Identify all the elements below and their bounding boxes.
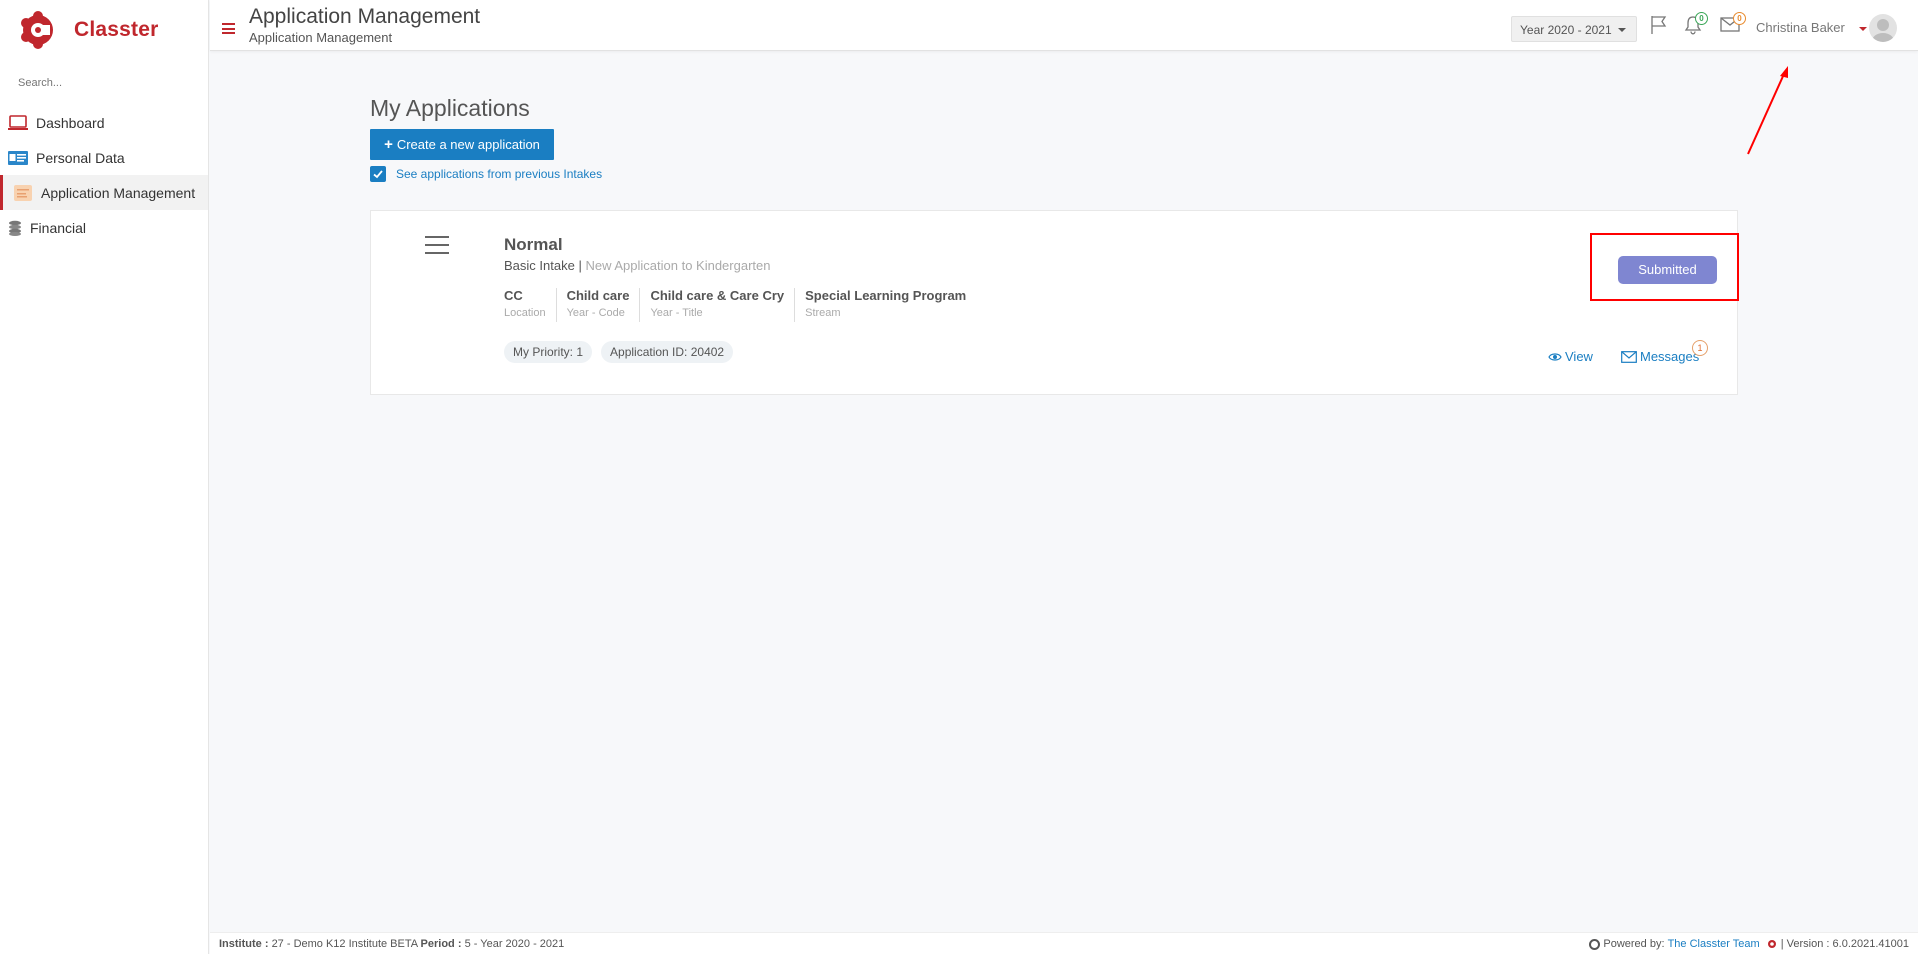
eye-icon <box>1548 352 1562 361</box>
avatar[interactable] <box>1869 14 1897 42</box>
check-icon <box>373 170 383 179</box>
messages-count-badge: 0 <box>1733 12 1746 25</box>
id-card-icon <box>8 150 28 166</box>
envelope-icon <box>1621 350 1637 363</box>
classter-mini-icon <box>1589 938 1601 950</box>
sidebar-item-application-management[interactable]: Application Management <box>0 175 208 210</box>
detail-year-title: Child care & Care Cry Year - Title <box>650 288 796 322</box>
previous-intakes-checkbox[interactable] <box>370 166 386 182</box>
classter-team-link[interactable]: The Classter Team <box>1668 938 1760 950</box>
notifications-bell-icon[interactable]: 0 <box>1684 12 1708 38</box>
detail-label: Location <box>504 307 546 319</box>
priority-pill: My Priority: 1 <box>504 341 593 363</box>
detail-value: Child care <box>566 288 630 303</box>
top-bar: Application Management Application Manag… <box>210 0 1918 51</box>
messages-link[interactable]: Messages <box>1621 349 1699 364</box>
envelope-icon[interactable]: 0 <box>1720 12 1746 36</box>
sidebar: Classter Dashboard Personal Data Applica… <box>0 0 209 954</box>
period-label: Period : <box>420 938 462 950</box>
section-title: My Applications <box>370 95 530 121</box>
sidebar-item-label: Financial <box>30 219 87 236</box>
detail-label: Year - Code <box>566 307 625 319</box>
classter-logo-small-icon <box>1767 940 1776 948</box>
application-menu-icon[interactable] <box>425 236 449 254</box>
menu-toggle-icon[interactable] <box>222 23 235 34</box>
messages-label: Messages <box>1640 349 1700 364</box>
detail-location: CC Location <box>504 288 557 322</box>
previous-intakes-label[interactable]: See applications from previous Intakes <box>396 167 602 181</box>
messages-count-badge: 1 <box>1692 340 1708 356</box>
detail-label: Year - Title <box>650 307 703 319</box>
classter-logo[interactable]: Classter <box>18 10 158 50</box>
notifications-count-badge: 0 <box>1695 12 1708 25</box>
footer-institute: Institute : 27 - Demo K12 Institute BETA… <box>219 938 564 950</box>
subtitle-separator: | <box>578 258 582 273</box>
sidebar-item-dashboard[interactable]: Dashboard <box>0 105 208 140</box>
sidebar-nav: Dashboard Personal Data Application Mana… <box>0 105 208 245</box>
sidebar-item-label: Personal Data <box>36 149 125 166</box>
version-label: | Version : 6.0.2021.41001 <box>1780 938 1909 950</box>
chevron-down-icon <box>1618 28 1626 32</box>
application-card: Normal Basic Intake | New Application to… <box>370 210 1738 395</box>
sidebar-item-label: Dashboard <box>36 114 105 131</box>
application-icon <box>13 184 33 201</box>
view-label: View <box>1565 349 1593 364</box>
footer-powered: Powered by: The Classter Team | Version … <box>1589 938 1909 950</box>
detail-value: Child care & Care Cry <box>650 288 785 303</box>
year-select[interactable]: Year 2020 - 2021 <box>1511 16 1637 42</box>
institute-label: Institute : <box>219 938 269 950</box>
period-value: 5 - Year 2020 - 2021 <box>464 938 565 950</box>
classter-logo-icon <box>18 10 58 50</box>
coins-icon <box>8 220 22 236</box>
previous-intakes-toggle[interactable]: See applications from previous Intakes <box>370 166 602 182</box>
breadcrumb: Application Management <box>249 30 393 45</box>
detail-stream: Special Learning Program Stream <box>805 288 976 322</box>
application-tags: My Priority: 1 Application ID: 20402 <box>504 341 742 363</box>
application-subtitle: Basic Intake | New Application to Kinder… <box>504 258 770 273</box>
application-description: New Application to Kindergarten <box>585 258 771 273</box>
annotation-highlight-box <box>1590 233 1739 301</box>
application-intake: Basic Intake <box>504 258 575 273</box>
detail-label: Stream <box>805 307 841 319</box>
brand-name: Classter <box>74 18 159 41</box>
detail-year-code: Child care Year - Code <box>567 288 641 322</box>
detail-value: CC <box>504 288 523 303</box>
powered-by-label: Powered by: <box>1603 938 1665 950</box>
plus-icon: + <box>384 136 393 153</box>
sidebar-item-personal-data[interactable]: Personal Data <box>0 140 208 175</box>
user-caret-icon[interactable] <box>1859 27 1867 31</box>
annotation-arrow <box>1747 66 1788 155</box>
laptop-icon <box>8 114 28 131</box>
flag-icon[interactable] <box>1649 15 1669 38</box>
application-id-pill: Application ID: 20402 <box>601 341 734 363</box>
sidebar-item-financial[interactable]: Financial <box>0 210 208 245</box>
create-application-label: Create a new application <box>396 137 540 152</box>
sidebar-search-input[interactable] <box>18 77 188 89</box>
create-application-button[interactable]: + Create a new application <box>370 129 554 160</box>
sidebar-item-label: Application Management <box>41 184 196 201</box>
view-link[interactable]: View <box>1548 349 1593 364</box>
user-menu[interactable]: Christina Baker <box>1756 20 1845 35</box>
page-title: Application Management <box>249 5 481 28</box>
application-title: Normal <box>504 235 563 254</box>
institute-value: 27 - Demo K12 Institute BETA <box>271 938 418 950</box>
year-select-value: Year 2020 - 2021 <box>1520 23 1612 37</box>
detail-value: Special Learning Program <box>805 288 967 303</box>
application-details: CC Location Child care Year - Code Child… <box>504 288 986 322</box>
footer: Institute : 27 - Demo K12 Institute BETA… <box>210 932 1918 954</box>
